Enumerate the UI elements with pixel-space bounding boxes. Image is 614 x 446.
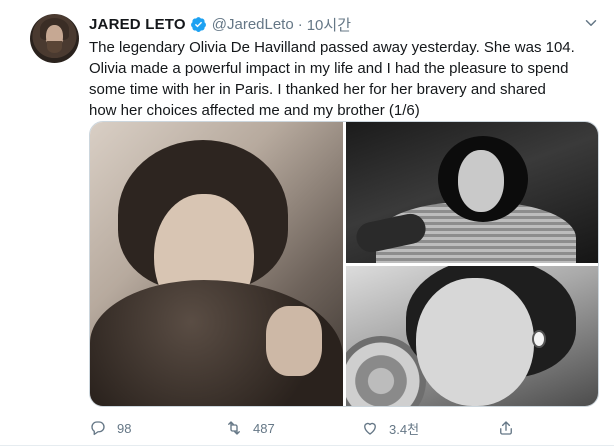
separator-dot: · <box>297 15 303 33</box>
photo-3[interactable] <box>346 266 598 406</box>
tweet[interactable]: JARED LETO @JaredLeto · 10시간 The legenda… <box>0 0 614 446</box>
photo-1[interactable] <box>90 122 343 406</box>
author-handle[interactable]: @JaredLeto <box>212 16 294 33</box>
reply-icon <box>91 421 105 436</box>
like-button[interactable]: 3.4천 <box>361 419 497 438</box>
heart-icon <box>364 422 376 435</box>
photo-2[interactable] <box>346 122 598 263</box>
author-name[interactable]: JARED LETO <box>89 16 186 33</box>
photo-1-hand <box>266 306 322 376</box>
retweet-icon <box>228 421 240 435</box>
tweet-header: JARED LETO @JaredLeto · 10시간 <box>89 14 351 34</box>
media-grid <box>89 121 599 407</box>
tweet-text: The legendary Olivia De Havilland passed… <box>89 39 575 119</box>
retweet-count: 487 <box>253 420 275 436</box>
reply-button[interactable]: 98 <box>89 419 225 437</box>
avatar-beard <box>47 41 62 53</box>
photo-3-earring <box>532 330 546 348</box>
photo-3-face <box>416 278 534 406</box>
share-button[interactable] <box>497 419 525 437</box>
verified-badge-icon <box>190 16 207 33</box>
like-count: 3.4천 <box>389 421 420 437</box>
avatar[interactable] <box>30 14 79 63</box>
retweet-button[interactable]: 487 <box>225 419 361 437</box>
share-icon <box>500 421 512 435</box>
tweet-actions: 98 487 3.4천 <box>89 417 529 439</box>
chevron-down-icon[interactable] <box>582 14 600 32</box>
tweet-timestamp[interactable]: 10시간 <box>307 14 351 35</box>
reply-count: 98 <box>117 420 132 436</box>
photo-2-face <box>458 150 504 212</box>
